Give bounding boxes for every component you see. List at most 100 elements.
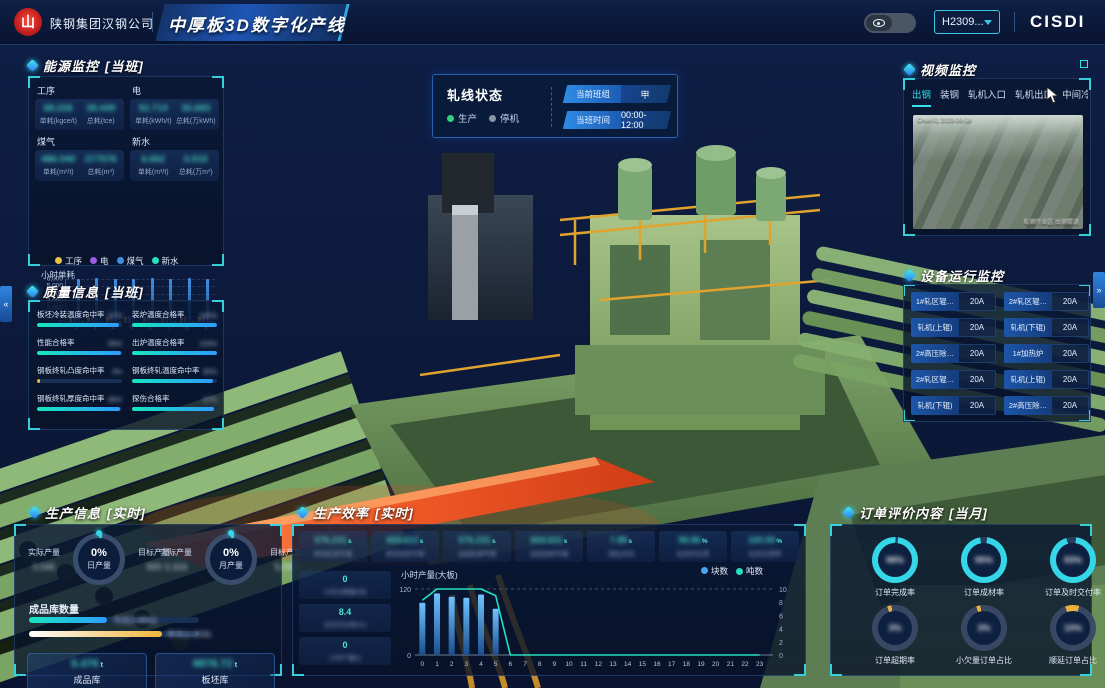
inventory-bar-fill bbox=[29, 617, 107, 623]
card-value-unit: s bbox=[348, 538, 352, 545]
energy-panel: 工序68.226单耗(kgce/t)39.449总耗(tce)电52.713单耗… bbox=[28, 76, 224, 266]
efficiency-card: 98.86%轧机作业率 bbox=[659, 531, 727, 562]
quality-progress-fill bbox=[132, 351, 217, 355]
collapse-left-tab[interactable]: « bbox=[0, 286, 12, 322]
video-tab[interactable]: 出钢 bbox=[912, 87, 931, 107]
device-value: 20A bbox=[959, 318, 996, 337]
visibility-toggle[interactable] bbox=[864, 13, 916, 33]
company-name: 陕钢集团汉钢公司 bbox=[50, 15, 154, 32]
energy-legend-item: 煤气 bbox=[117, 255, 144, 267]
order-donut-label: 订单超期率 bbox=[853, 655, 937, 666]
gauge-actual: 实际产量0.316 bbox=[153, 547, 199, 572]
diamond-icon bbox=[28, 506, 41, 519]
card-label: 当班加热节奏 bbox=[516, 548, 582, 558]
expand-icon[interactable] bbox=[1080, 60, 1088, 68]
efficiency-panel: 576.231s单块轧制节奏654.611s单坯加热节奏576.231s当班轧制… bbox=[292, 524, 806, 676]
device-item: 2#高压除…20A bbox=[1004, 396, 1089, 415]
quality-item: 出炉温度合格率100% bbox=[132, 337, 217, 355]
device-value: 20A bbox=[959, 344, 996, 363]
svg-text:10: 10 bbox=[779, 587, 787, 594]
energy-subtitle: [当班] bbox=[105, 56, 144, 75]
device-value: 20A bbox=[1052, 318, 1089, 337]
legend-line-icon bbox=[736, 568, 743, 575]
quality-item: 装炉温度合格率100% bbox=[132, 309, 217, 327]
device-item: 轧机(上辊)20A bbox=[911, 318, 996, 337]
quality-item: 钢板终轧凸度命中率3% bbox=[37, 365, 122, 383]
gauge-actual-label: 实际产量 bbox=[153, 547, 199, 558]
energy-cell: 0.915总耗(万m³) bbox=[175, 154, 218, 177]
collapse-right-tab[interactable]: » bbox=[1093, 272, 1105, 308]
device-item: 轧机(下辊)20A bbox=[1004, 318, 1089, 337]
orders-panel: 98%订单完成率95%订单成材率93%订单及时交付率3%订单超期率3%小欠量订单… bbox=[830, 524, 1092, 676]
quality-item-label: 探伤合格率 bbox=[132, 393, 170, 404]
card-value: 654.611s bbox=[516, 535, 582, 545]
production-donut: 0%日产量 bbox=[73, 533, 125, 585]
video-tab[interactable]: 装钢 bbox=[940, 87, 959, 107]
quality-item-top: 钢板终轧温度命中率95% bbox=[132, 365, 217, 376]
device-value: 20A bbox=[1052, 344, 1089, 363]
video-feed[interactable]: CAM-01 2023-09-18 轧钢作业区 出钢辊道 bbox=[913, 115, 1083, 229]
energy-value: 486.040 bbox=[37, 154, 80, 165]
svg-text:2: 2 bbox=[450, 661, 454, 668]
mouse-cursor bbox=[1046, 86, 1060, 109]
energy-unit-label: 单耗(m³/t) bbox=[132, 167, 175, 177]
legend-dot-icon bbox=[55, 257, 62, 264]
device-label: 2#轧区辊… bbox=[1004, 292, 1052, 311]
steel-id-dropdown[interactable]: H2309... bbox=[934, 10, 1000, 34]
quality-progress-track bbox=[37, 351, 122, 355]
device-item: 轧机(下辊)20A bbox=[911, 396, 996, 415]
card-value-unit: s bbox=[564, 538, 568, 545]
store-value-number: 0.476 bbox=[71, 658, 99, 670]
orders-panel-title: 订单评价内容 [当月] bbox=[844, 503, 988, 522]
energy-group-cells: 52.713单耗(kWh/t)30.683总耗(万kWh) bbox=[130, 99, 219, 130]
hourly-legend-bars-label: 块数 bbox=[711, 566, 728, 576]
card-value-unit: % bbox=[702, 538, 708, 545]
energy-unit-label: 总耗(万kWh) bbox=[175, 116, 218, 126]
card-value: 100.00% bbox=[732, 535, 798, 545]
quality-item-label: 板坯冷装温度命中率 bbox=[37, 309, 105, 320]
donut-center: 0%月产量 bbox=[205, 533, 257, 585]
energy-group-cells: 6.662单耗(m³/t)0.915总耗(万m³) bbox=[130, 150, 219, 181]
video-tab[interactable]: 中间冷 bbox=[1062, 87, 1088, 107]
quality-progress-track bbox=[37, 379, 122, 383]
quality-item-top: 性能合格率99% bbox=[37, 337, 122, 348]
toggle-knob bbox=[866, 15, 892, 31]
diamond-icon bbox=[26, 59, 39, 72]
device-value: 20A bbox=[959, 396, 996, 415]
quality-item-value: 95% bbox=[203, 369, 217, 376]
store-value: 8876.72t bbox=[156, 658, 274, 670]
side-stat-box: 0小时过钢量(块) bbox=[299, 571, 391, 599]
card-label: 单块轧制节奏 bbox=[300, 548, 366, 558]
order-donut-label: 订单完成率 bbox=[853, 587, 937, 598]
energy-groups: 工序68.226单耗(kgce/t)39.449总耗(tce)电52.713单耗… bbox=[35, 83, 219, 181]
energy-unit-label: 单耗(kWh/t) bbox=[132, 116, 175, 126]
line-status-row-value: 00:00-12:00 bbox=[621, 111, 669, 129]
quality-progress-fill bbox=[132, 323, 217, 327]
svg-text:13: 13 bbox=[609, 661, 617, 668]
quality-item-value: 97% bbox=[108, 313, 122, 320]
side-stat-value: 0 bbox=[299, 574, 391, 584]
quality-item: 钢板终轧厚度命中率98% bbox=[37, 393, 122, 411]
card-value-unit: s bbox=[420, 538, 424, 545]
device-item: 2#高压除…20A bbox=[911, 344, 996, 363]
video-tab[interactable]: 轧机入口 bbox=[968, 87, 1006, 107]
order-donut-label: 小欠量订单占比 bbox=[942, 655, 1026, 666]
quality-title-text: 质量信息 bbox=[43, 282, 99, 301]
energy-legend-label: 新水 bbox=[162, 256, 179, 266]
svg-text:1: 1 bbox=[435, 661, 439, 668]
quality-progress-fill bbox=[37, 351, 121, 355]
energy-group: 工序68.226单耗(kgce/t)39.449总耗(tce) bbox=[35, 83, 124, 130]
store-value-unit: t bbox=[101, 662, 103, 669]
line-status-row: 当前班组甲 bbox=[563, 85, 671, 103]
devices-grid: 1#轧区辊…20A2#轧区辊…20A轧机(上辊)20A轧机(下辊)20A2#高压… bbox=[911, 292, 1089, 422]
quality-item-value: 97% bbox=[203, 397, 217, 404]
device-item: 1#加热炉20A bbox=[1004, 344, 1089, 363]
inventory-bar-row: 昨天(1,293t) bbox=[29, 631, 267, 637]
quality-progress-track bbox=[37, 323, 122, 327]
video-panel: 出钢装钢轧机入口轧机出口中间冷电动热… CAM-01 2023-09-18 轧钢… bbox=[903, 78, 1091, 236]
energy-group-name: 煤气 bbox=[37, 135, 124, 148]
steel-id-value: H2309... bbox=[942, 16, 984, 28]
camera-overlay-top: CAM-01 2023-09-18 bbox=[917, 118, 971, 124]
dashboard-root: 山 陕钢集团汉钢公司 中厚板3D数字化产线 H2309... CISDI 轧线状… bbox=[0, 0, 1105, 688]
hourly-legend-line-label: 吨数 bbox=[746, 566, 763, 576]
